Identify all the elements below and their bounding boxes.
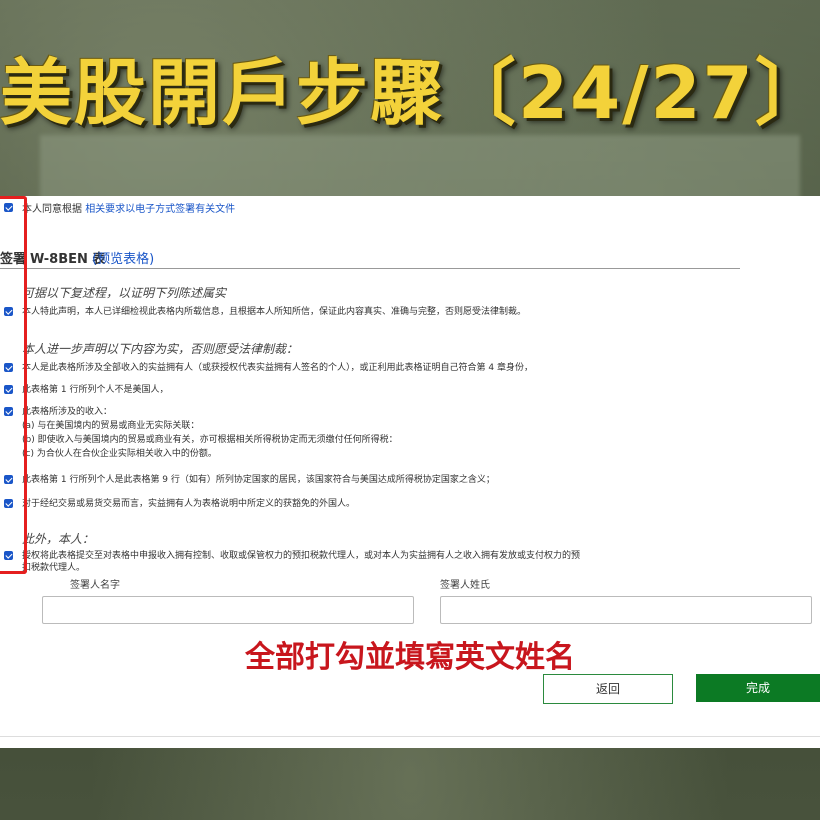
perjury-heading: 可据以下复述程，以证明下列陈述属实 bbox=[22, 286, 227, 300]
declaration-text: 本人是此表格所涉及全部收入的实益拥有人（或获授权代表实益拥有人签名的个人），或正… bbox=[22, 363, 533, 373]
back-button[interactable]: 返回 bbox=[543, 674, 673, 704]
consent-text: 本人同意根据 bbox=[22, 204, 82, 215]
declaration-text: 此表格第 1 行所列个人是此表格第 9 行（如有）所列协定国家的居民，该国家符合… bbox=[22, 475, 495, 485]
last-name-field[interactable] bbox=[440, 596, 812, 624]
checkbox-highlight-frame bbox=[0, 196, 27, 574]
authorization-text: 授权将此表格提交至对表格中申报收入拥有控制、收取或保管权力的预扣税款代理人，或对… bbox=[22, 551, 581, 561]
consent-link[interactable]: 相关要求以电子方式签署有关文件 bbox=[85, 204, 235, 215]
last-name-label: 签署人姓氏 bbox=[440, 580, 490, 591]
declaration-text: 此表格所涉及的收入： bbox=[22, 407, 113, 417]
first-name-field[interactable] bbox=[42, 596, 414, 624]
preview-form-link[interactable]: (预览表格) bbox=[92, 248, 154, 267]
footer-divider bbox=[0, 736, 820, 737]
declaration-text: 此表格第 1 行所列个人不是美国人， bbox=[22, 385, 169, 395]
income-subitem: (a) 与在美国境内的贸易或商业无实际关联： bbox=[22, 421, 200, 431]
further-heading: 本人进一步声明以下内容为实，否则愿受法律制裁： bbox=[22, 342, 299, 356]
section-divider bbox=[0, 268, 740, 269]
done-button[interactable]: 完成 bbox=[696, 674, 820, 702]
furthermore-heading: 此外，本人： bbox=[22, 532, 95, 546]
first-name-label: 签署人名字 bbox=[70, 580, 120, 591]
form-screenshot: 本人同意根据 相关要求以电子方式签署有关文件 签署 W-8BEN 表 (预览表格… bbox=[0, 196, 820, 748]
banner-title: 美股開戶步驟〔24/27〕 bbox=[0, 51, 820, 135]
declaration-text: 对于经纪交易或易货交易而言，实益拥有人为表格说明中所定义的获豁免的外国人。 bbox=[22, 499, 356, 509]
income-subitem: (b) 即使收入与美国境内的贸易或商业有关，亦可根据相关所得税协定而无须缴付任何… bbox=[22, 435, 398, 445]
perjury-text: 本人特此声明，本人已详细检视此表格内所载信息，且根据本人所知所信，保证此内容真实… bbox=[22, 307, 527, 317]
instruction-note: 全部打勾並填寫英文姓名 bbox=[245, 640, 575, 675]
income-subitem: (c) 为合伙人在合伙企业实际相关收入中的份额。 bbox=[22, 449, 217, 459]
authorization-text-cont: 扣税款代理人。 bbox=[22, 563, 86, 573]
